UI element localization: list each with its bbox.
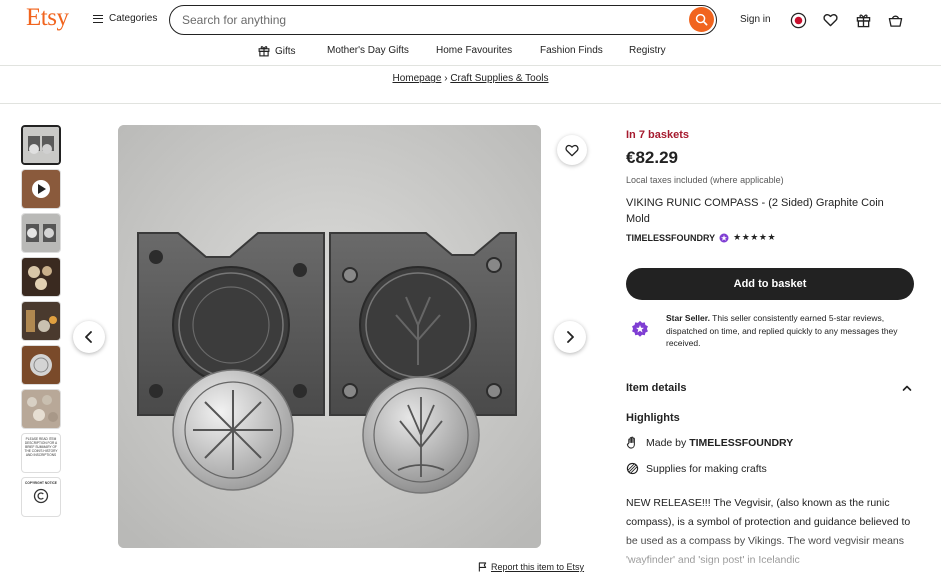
thumbnail-image xyxy=(22,214,60,252)
favourite-button[interactable] xyxy=(557,135,587,165)
highlight-made-by: Made by TIMELESSFOUNDRY xyxy=(626,436,793,449)
thumbnail-image xyxy=(22,258,60,296)
thumbnail-4[interactable] xyxy=(21,257,61,297)
favourites-button[interactable] xyxy=(821,11,839,29)
gift-icon xyxy=(258,46,270,57)
description-fade xyxy=(626,532,916,576)
previous-image-button[interactable] xyxy=(73,321,105,353)
currency-button[interactable] xyxy=(789,11,807,29)
rating-stars[interactable]: ★★★★★ xyxy=(733,232,776,243)
sign-in-link[interactable]: Sign in xyxy=(740,14,771,25)
categories-label: Categories xyxy=(109,13,158,24)
gifts-button[interactable] xyxy=(854,11,872,29)
thumbnail-7[interactable] xyxy=(21,389,61,429)
basket-icon xyxy=(888,15,902,27)
thumbnail-caption: COPYRIGHT NOTICE xyxy=(25,481,57,485)
highlight-shop-link[interactable]: TIMELESSFOUNDRY xyxy=(689,437,793,449)
nav-item-gifts[interactable]: Gifts xyxy=(258,45,296,57)
highlight-prefix: Made by xyxy=(646,436,690,449)
chevron-right-icon xyxy=(567,331,574,343)
heart-icon xyxy=(565,144,579,156)
item-details-label: Item details xyxy=(626,382,687,394)
heart-icon xyxy=(822,14,838,27)
site-header: Etsy Categories Sign in xyxy=(0,0,941,40)
search-bar xyxy=(169,5,717,35)
categories-button[interactable]: Categories xyxy=(93,13,157,24)
thumbnail-image xyxy=(22,390,60,428)
highlight-supplies: Supplies for making crafts xyxy=(626,462,767,475)
breadcrumb-separator: › xyxy=(444,73,448,84)
highlights-heading: Highlights xyxy=(626,412,680,424)
thumbnail-9[interactable]: COPYRIGHT NOTICE xyxy=(21,477,61,517)
hand-icon xyxy=(626,436,635,449)
next-image-button[interactable] xyxy=(554,321,586,353)
thumbnail-image xyxy=(22,302,60,340)
report-item-link[interactable]: Report this item to Etsy xyxy=(478,562,584,572)
category-nav: Gifts Mother's Day Gifts Home Favourites… xyxy=(0,40,941,66)
product-main-image xyxy=(118,125,541,548)
thumbnail-image xyxy=(23,127,59,163)
thumbnail-caption: PLEASE READ ITEM DESCRIPTION FOR A BRIEF… xyxy=(24,437,58,457)
report-label: Report this item to Etsy xyxy=(491,562,585,572)
currency-icon xyxy=(790,12,806,28)
nav-item-home-favourites[interactable]: Home Favourites xyxy=(436,45,512,56)
tax-note: Local taxes included (where applicable) xyxy=(626,175,784,185)
basket-count: In 7 baskets xyxy=(626,129,689,141)
nav-item-fashion-finds[interactable]: Fashion Finds xyxy=(540,45,603,56)
star-seller-info: Star Seller. This seller consistently ea… xyxy=(626,312,916,352)
thumbnail-3[interactable] xyxy=(21,213,61,253)
chevron-up-icon xyxy=(902,385,912,391)
gift-icon xyxy=(856,14,870,27)
star-seller-description: Star Seller. This seller consistently ea… xyxy=(666,312,916,350)
item-details-toggle[interactable]: Item details xyxy=(626,382,914,394)
search-input[interactable] xyxy=(182,12,682,28)
basket-button[interactable] xyxy=(886,11,904,29)
breadcrumb: Homepage › Craft Supplies & Tools xyxy=(0,73,941,84)
breadcrumb-homepage[interactable]: Homepage xyxy=(392,73,441,84)
thumbnail-image xyxy=(22,346,60,384)
copyright-icon xyxy=(33,488,49,504)
shop-name-link[interactable]: TIMELESSFOUNDRY xyxy=(626,233,715,243)
nav-item-mothers-day[interactable]: Mother's Day Gifts xyxy=(327,45,409,56)
chevron-left-icon xyxy=(85,331,92,343)
thumbnail-image xyxy=(22,170,60,208)
add-to-basket-button[interactable]: Add to basket xyxy=(626,268,914,300)
search-button[interactable] xyxy=(689,7,714,32)
divider xyxy=(0,103,941,104)
star-seller-title: Star Seller. xyxy=(666,313,710,323)
thumbnail-1[interactable] xyxy=(21,125,61,165)
highlight-supplies-text: Supplies for making crafts xyxy=(646,462,767,475)
thumbnail-video[interactable] xyxy=(21,169,61,209)
thumbnail-6[interactable] xyxy=(21,345,61,385)
product-title: VIKING RUNIC COMPASS - (2 Sided) Graphit… xyxy=(626,197,884,225)
star-seller-icon xyxy=(632,320,648,337)
search-icon xyxy=(695,13,708,26)
coin-mold-photo xyxy=(118,125,541,548)
menu-icon xyxy=(93,14,103,23)
thumbnail-5[interactable] xyxy=(21,301,61,341)
nav-item-registry[interactable]: Registry xyxy=(629,45,666,56)
shop-info: TIMELESSFOUNDRY ★★★★★ xyxy=(626,232,776,243)
breadcrumb-craft-supplies[interactable]: Craft Supplies & Tools xyxy=(450,73,548,84)
flag-icon xyxy=(478,562,487,572)
etsy-logo[interactable]: Etsy xyxy=(26,4,69,32)
highlight-made-by-text: Made by TIMELESSFOUNDRY xyxy=(646,437,793,449)
thumbnail-8[interactable]: PLEASE READ ITEM DESCRIPTION FOR A BRIEF… xyxy=(21,433,61,473)
nav-label: Gifts xyxy=(275,45,296,57)
craft-icon xyxy=(626,462,639,475)
price: €82.29 xyxy=(626,148,678,167)
star-seller-badge-icon xyxy=(719,233,729,242)
